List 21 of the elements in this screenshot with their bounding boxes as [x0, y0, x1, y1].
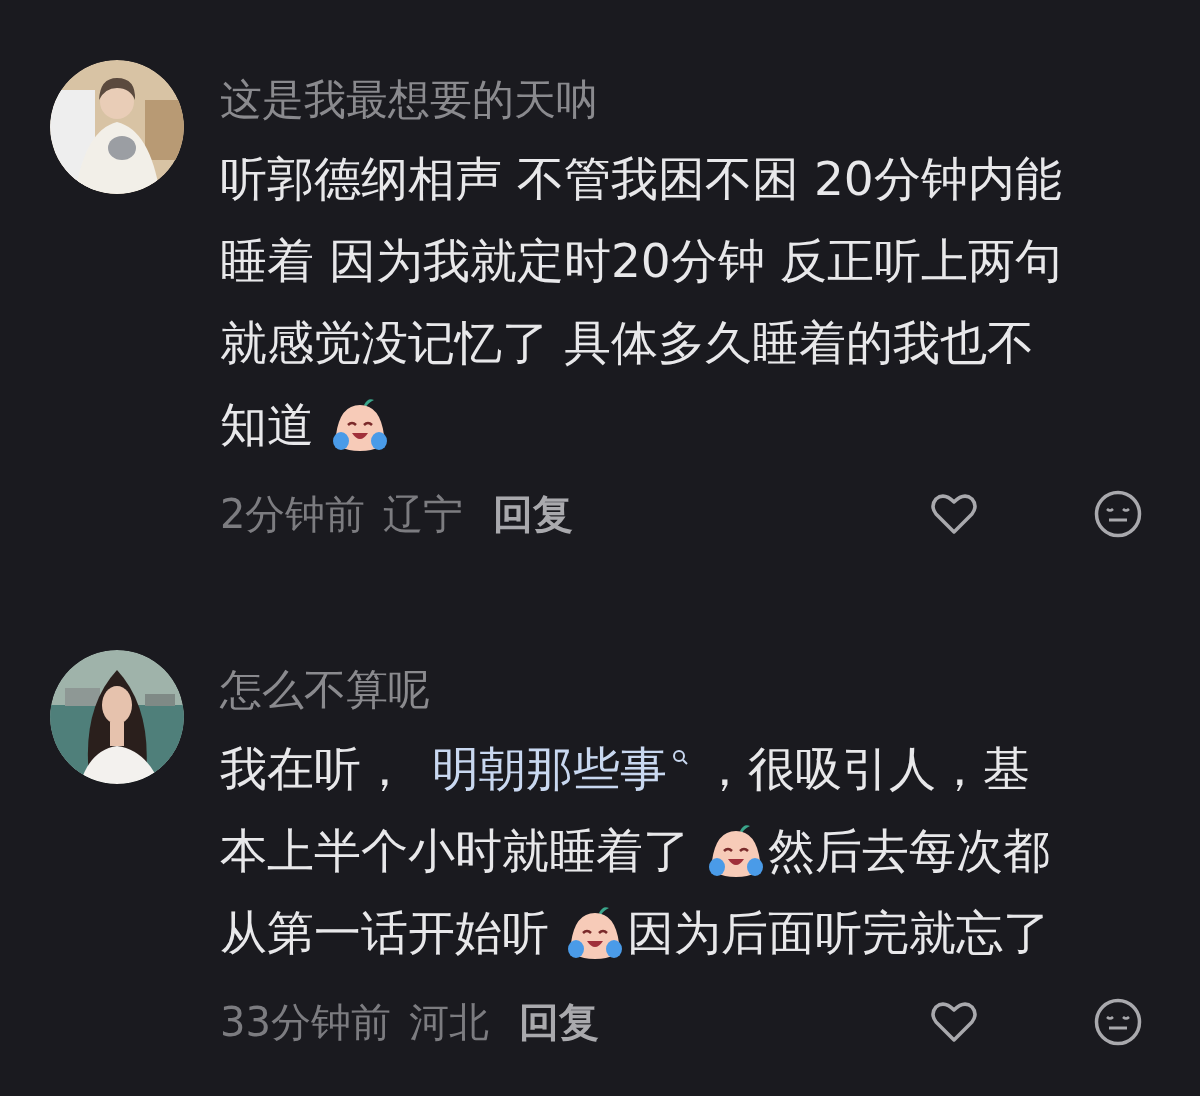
comment-text: 听郭德纲相声 不管我困不困 20分钟内能 [220, 149, 1062, 208]
username[interactable]: 怎么不算呢 [220, 652, 1160, 728]
comment-text: 本上半个小时就睡着了 [220, 821, 690, 880]
location: 辽宁 [383, 489, 464, 539]
comment-text: 然后去每次都 [768, 821, 1050, 880]
comment-text: 就感觉没记忆了 具体多久睡着的我也不 [220, 313, 1034, 372]
comment-text: 睡着 因为我就定时20分钟 反正听上两句 [220, 231, 1062, 290]
neutral-face-icon[interactable] [1094, 998, 1142, 1046]
comment-text: ，很吸引人，基 [701, 739, 1030, 798]
username[interactable]: 这是我最想要的天呐 [220, 62, 1160, 138]
timestamp: 2分钟前 [220, 489, 366, 539]
comment-text: 知道 [220, 395, 314, 454]
comment-text: 因为后面听完就忘了 [627, 903, 1050, 962]
reply-link[interactable]: 回复 [493, 486, 574, 542]
neutral-face-icon[interactable] [1094, 490, 1142, 538]
location: 河北 [408, 997, 489, 1047]
comment-text: 我在听， [220, 739, 408, 798]
comment-text: 从第一话开始听 [220, 903, 549, 962]
reply-link[interactable]: 回复 [518, 994, 599, 1050]
timestamp: 33分钟前 [220, 997, 391, 1047]
search-link[interactable]: 明朝那些事 [432, 737, 667, 801]
